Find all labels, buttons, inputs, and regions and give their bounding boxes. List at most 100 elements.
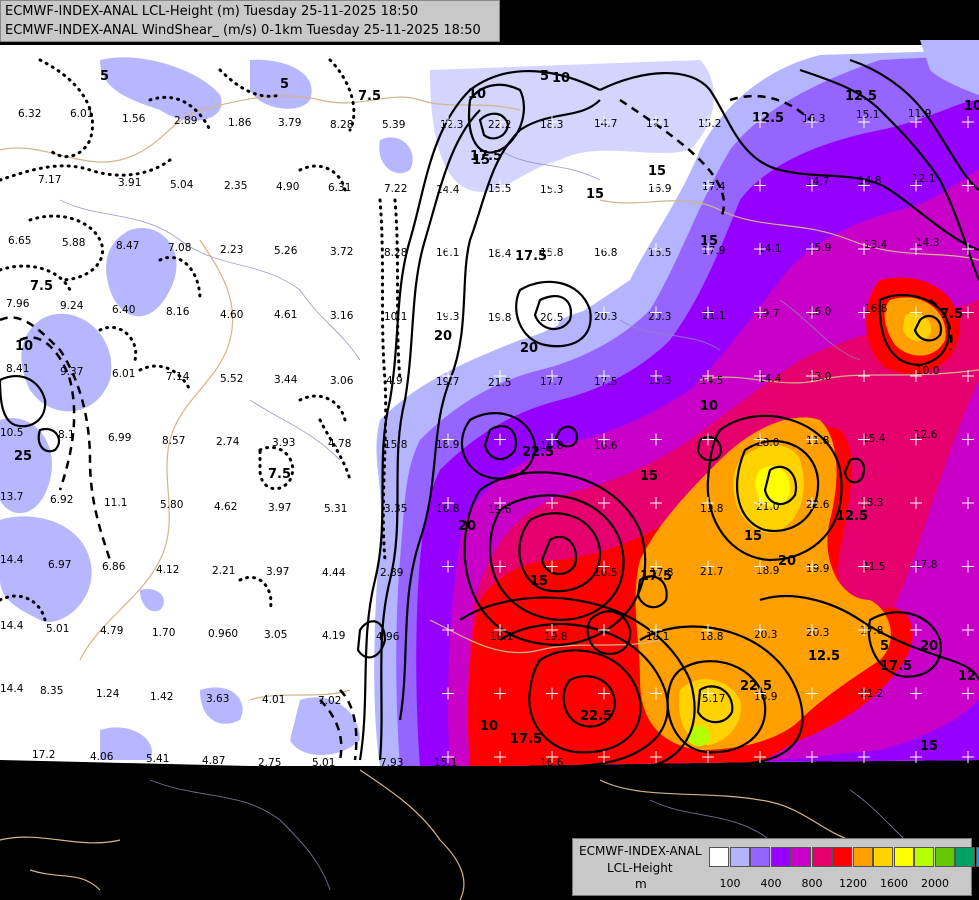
station-value: 4.06: [90, 751, 114, 763]
station-value: 15.3: [648, 375, 671, 387]
station-value: 9.24: [60, 300, 84, 312]
contour-label: 7.5: [940, 307, 963, 322]
station-value: 7.93: [380, 757, 403, 769]
station-value: 17.8: [914, 559, 937, 571]
station-value: 8.16: [166, 306, 190, 318]
legend-tick-label: 800: [801, 877, 823, 890]
contour-label: 15: [648, 164, 666, 179]
station-value: 3.16: [330, 310, 354, 322]
station-value: 11.8: [806, 435, 829, 447]
station-value: 4.61: [274, 309, 297, 321]
contour-label: 12.5: [836, 509, 868, 524]
station-value: 17.5: [594, 376, 617, 388]
contour-label: 5: [540, 69, 549, 84]
station-value: 16.9: [648, 183, 671, 195]
contour-label: 15: [530, 574, 548, 589]
station-value: 5.01: [46, 623, 69, 635]
station-value: 4.60: [220, 309, 243, 321]
contour-label: 12.5: [845, 89, 877, 104]
station-value: 17.4: [702, 181, 726, 193]
station-value: 7.14: [166, 371, 190, 383]
station-value: 16.3: [802, 113, 825, 125]
station-value: 15.8: [384, 439, 407, 451]
station-value: 2.75: [258, 757, 281, 769]
station-value: 19.8: [544, 631, 567, 643]
station-value: 6.31: [328, 182, 351, 194]
station-value: 10.1: [384, 311, 407, 323]
station-value: 17.1: [646, 118, 669, 130]
station-value: 20.3: [806, 627, 829, 639]
contour-label: 17.5: [510, 732, 542, 747]
contour-label: 12.5: [958, 669, 979, 684]
legend-tick-label: 2000: [921, 877, 949, 890]
legend-swatch: [832, 847, 852, 867]
station-value: 3.91: [118, 177, 141, 189]
legend-swatch: [709, 847, 729, 867]
station-value: 17.8: [650, 567, 673, 579]
station-value: 6.32: [18, 108, 41, 120]
contour-label: 17.5: [470, 149, 502, 164]
station-value: 11.9: [908, 108, 931, 120]
station-value: 10.0: [916, 365, 939, 377]
contour-label: 15: [640, 469, 658, 484]
station-value: 14.7: [806, 176, 829, 188]
contour-label: 20: [458, 519, 476, 534]
contour-label: 10: [480, 719, 498, 734]
station-value: 6.40: [112, 304, 135, 316]
station-value: 16.8: [864, 303, 887, 315]
contour-label: 15: [920, 739, 938, 754]
station-value: 8.28: [384, 247, 407, 259]
legend-swatch: [750, 847, 770, 867]
station-value: 6.99: [108, 432, 131, 444]
station-value: 2.23: [220, 244, 243, 256]
station-value: 5.01: [312, 757, 335, 769]
station-value: 18.1: [490, 631, 513, 643]
contour-label: 20: [778, 554, 796, 569]
map-title-box: ECMWF-INDEX-ANAL LCL-Height (m) Tuesday …: [0, 0, 500, 42]
title-line-2: ECMWF-INDEX-ANAL WindShear_ (m/s) 0-1km …: [5, 23, 481, 38]
legend-swatch: [852, 847, 873, 867]
legend-unit: m: [635, 877, 647, 891]
station-value: 4.90: [276, 181, 299, 193]
station-value: 14.4: [0, 683, 24, 695]
legend-swatch: [770, 847, 791, 867]
station-value: 5.31: [324, 503, 347, 515]
station-value: 8.57: [162, 435, 185, 447]
contour-label: 15: [744, 529, 762, 544]
station-value: 9.37: [60, 366, 83, 378]
station-value: 1.70: [152, 627, 175, 639]
station-value: 3.79: [278, 117, 301, 129]
contour-label: 20: [434, 329, 452, 344]
station-value: 2.21: [212, 565, 235, 577]
station-value: 4.44: [322, 567, 346, 579]
contour-label: 17.5: [880, 659, 912, 674]
contour-label: 5: [100, 69, 109, 84]
station-value: 6.92: [50, 494, 73, 506]
station-value: 3.97: [266, 566, 289, 578]
station-value: 3.35: [384, 503, 407, 515]
legend-tick-label: 1200: [839, 877, 867, 890]
contour-label: 10: [964, 99, 979, 114]
weather-map: 5 5 7.5 7.5 7.5 10 10 10 12.5 12.5 12.5 12.5 15 15 15 1…: [0, 0, 979, 900]
station-value: 21.1: [702, 310, 725, 322]
station-value: 8.41: [6, 363, 29, 375]
station-value: 8.35: [40, 685, 63, 697]
legend-swatch: [934, 847, 955, 867]
contour-label: 10: [468, 87, 486, 102]
station-value: 4.01: [262, 694, 285, 706]
station-value: 14.4: [758, 373, 782, 385]
station-value: 5.26: [274, 245, 298, 257]
station-value: 2.89: [380, 567, 403, 579]
color-legend: ECMWF-INDEX-ANAL LCL-Height m 100 400 800 1…: [572, 838, 979, 896]
station-value: 1.86: [228, 117, 252, 129]
station-value: 12.3: [440, 119, 463, 131]
legend-swatch: [975, 847, 979, 867]
station-value: 18.1: [646, 631, 669, 643]
legend-swatch: [914, 847, 934, 867]
contour-label: 25: [14, 449, 32, 464]
contour-label: 7.5: [358, 89, 381, 104]
station-value: 16.6: [594, 440, 618, 452]
station-value: 1.42: [150, 691, 173, 703]
station-value: 3.05: [264, 629, 287, 641]
station-value: 14.4: [0, 554, 24, 566]
